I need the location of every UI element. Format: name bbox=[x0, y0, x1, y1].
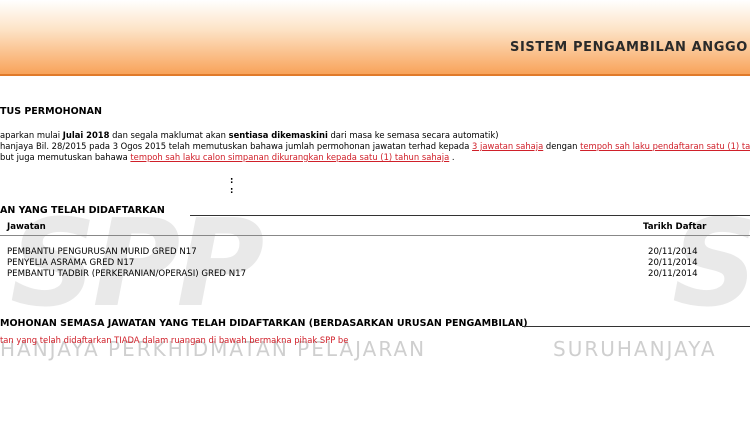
table-row-tarikh: 20/11/2014 bbox=[648, 258, 698, 268]
table-row-tarikh: 20/11/2014 bbox=[648, 269, 698, 279]
current-section-title: MOHONAN SEMASA JAWATAN YANG TELAH DIDAFT… bbox=[0, 318, 528, 329]
header-divider bbox=[0, 74, 750, 76]
status-date: Julai 2018 bbox=[62, 130, 110, 140]
status-text: but juga memutuskan bahawa bbox=[0, 152, 131, 162]
watermark-text-right: SURUHANJAYA bbox=[553, 337, 717, 361]
section-divider bbox=[190, 215, 750, 216]
status-text: dengan bbox=[543, 141, 581, 151]
column-header-tarikh: Tarikh Daftar bbox=[643, 222, 707, 232]
table-header-divider bbox=[0, 235, 750, 236]
status-text: hanjaya Bil. 28/2015 pada 3 Ogos 2015 te… bbox=[0, 141, 473, 151]
status-line-3: but juga memutuskan bahawa tempoh sah la… bbox=[0, 152, 455, 162]
status-line-1: aparkan mulai Julai 2018 dan segala makl… bbox=[0, 130, 499, 140]
table-row-jawatan: PEMBANTU TADBIR (PERKERANIAN/OPERASI) GR… bbox=[7, 269, 247, 279]
status-emphasis: sentiasa dikemaskini bbox=[228, 130, 328, 140]
table-row-jawatan: PENYELIA ASRAMA GRED N17 bbox=[7, 258, 135, 268]
status-line-2: hanjaya Bil. 28/2015 pada 3 Ogos 2015 te… bbox=[0, 141, 750, 151]
validity-period-link[interactable]: tempoh sah laku pendaftaran satu (1) tah… bbox=[580, 141, 750, 151]
table-row-jawatan: PEMBANTU PENGURUSAN MURID GRED N17 bbox=[7, 247, 197, 257]
column-header-jawatan: Jawatan bbox=[7, 222, 46, 232]
status-colon: : bbox=[230, 185, 234, 195]
status-section-title: TUS PERMOHONAN bbox=[0, 106, 102, 117]
notice-text: tan yang telah didaftarkan TIADA dalam r… bbox=[0, 335, 349, 345]
status-colon: : bbox=[230, 175, 234, 185]
page-header: SISTEM PENGAMBILAN ANGGO bbox=[0, 0, 750, 74]
status-text: aparkan mulai bbox=[0, 130, 63, 140]
jawatan-limit-link[interactable]: 3 jawatan sahaja bbox=[472, 141, 543, 151]
status-text: . bbox=[449, 152, 455, 162]
table-row-tarikh: 20/11/2014 bbox=[648, 247, 698, 257]
registered-section-title: AN YANG TELAH DIDAFTARKAN bbox=[0, 205, 165, 216]
reserve-candidate-link[interactable]: tempoh sah laku calon simpanan dikurangk… bbox=[130, 152, 449, 162]
status-text: dan segala maklumat akan bbox=[109, 130, 229, 140]
section-divider bbox=[522, 326, 750, 327]
system-title: SISTEM PENGAMBILAN ANGGO bbox=[510, 40, 748, 55]
status-text: dari masa ke semasa secara automatik) bbox=[327, 130, 499, 140]
